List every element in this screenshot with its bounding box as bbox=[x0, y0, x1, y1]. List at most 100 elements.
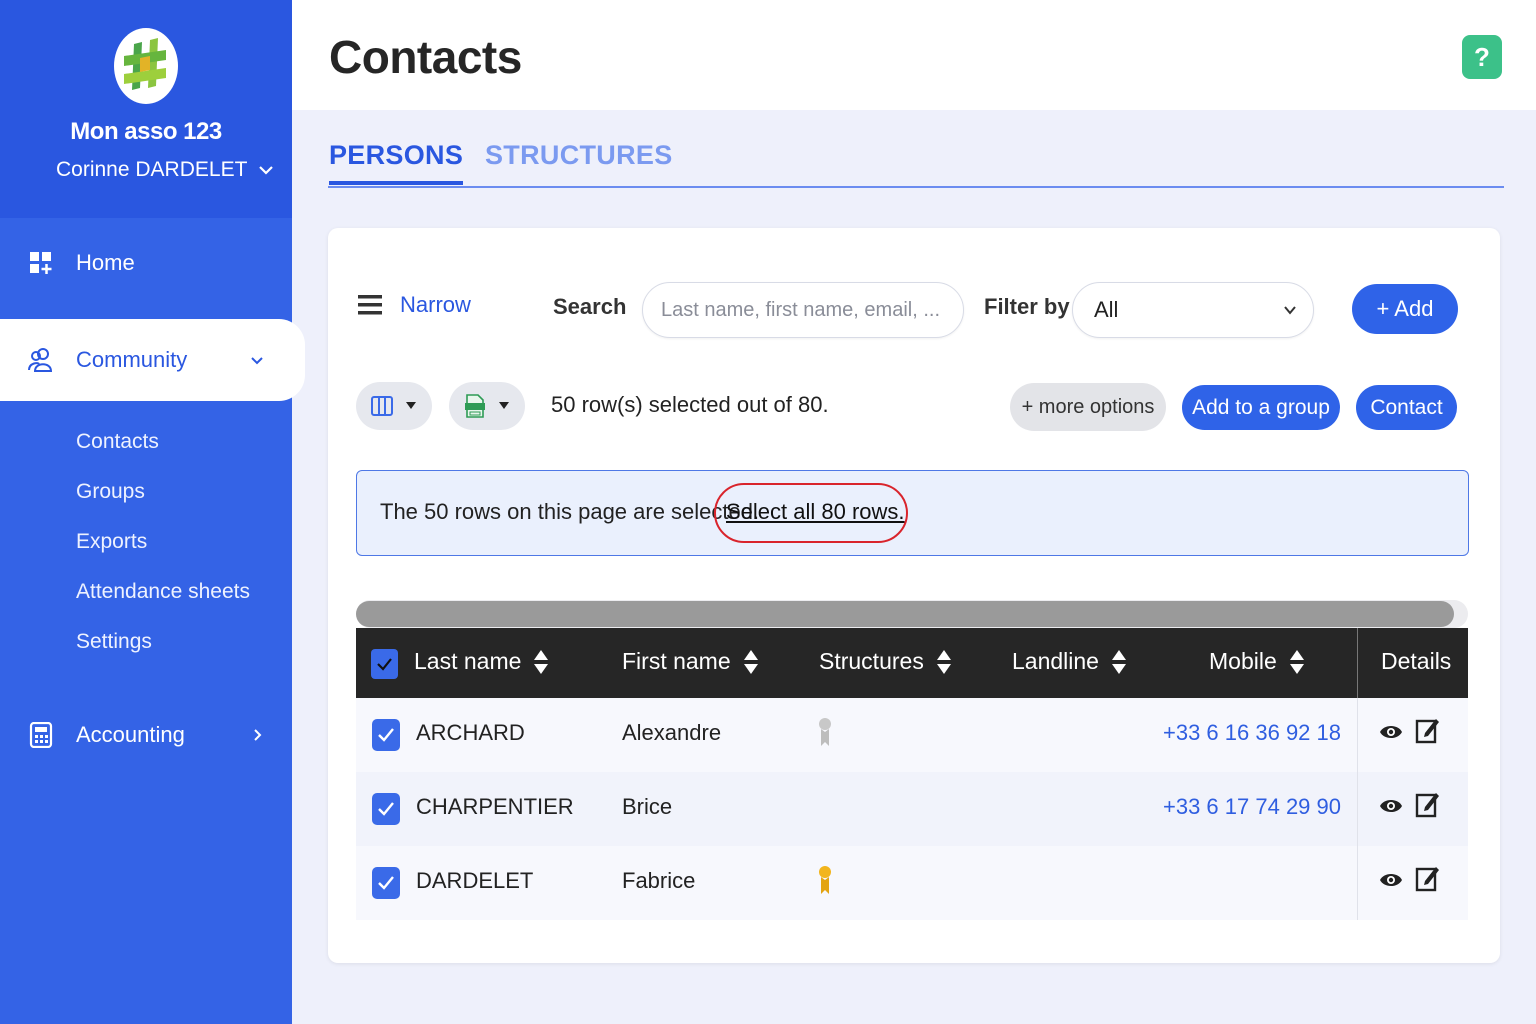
select-all-checkbox[interactable] bbox=[371, 649, 398, 679]
sidebar-header: Mon asso 123 Corinne DARDELET bbox=[0, 0, 292, 218]
tab-persons[interactable]: PERSONS bbox=[329, 140, 464, 185]
add-to-group-button[interactable]: Add to a group bbox=[1182, 385, 1340, 430]
search-label: Search bbox=[553, 294, 627, 319]
eye-icon[interactable] bbox=[1379, 871, 1403, 889]
narrow-label: Narrow bbox=[400, 292, 471, 317]
cell-last-name: CHARPENTIER bbox=[416, 794, 574, 819]
filter-label: Filter by bbox=[984, 294, 1070, 319]
sidebar-item-home[interactable]: Home bbox=[0, 222, 292, 304]
column-label: Mobile bbox=[1209, 648, 1277, 674]
column-header-mobile[interactable]: Mobile bbox=[1209, 648, 1305, 675]
edit-icon[interactable] bbox=[1415, 716, 1439, 744]
sidebar-item-label: Accounting bbox=[76, 722, 185, 747]
calculator-icon bbox=[29, 722, 53, 748]
caret-down-icon bbox=[406, 402, 416, 409]
sidebar-subitem-settings[interactable]: Settings bbox=[76, 630, 152, 654]
cell-mobile[interactable]: +33 6 17 74 29 90 bbox=[1163, 794, 1341, 820]
row-checkbox[interactable] bbox=[372, 793, 400, 825]
column-label: Structures bbox=[819, 648, 924, 674]
chevron-down-icon[interactable] bbox=[256, 160, 276, 180]
export-xlsx-button[interactable] bbox=[449, 382, 525, 430]
chevron-right-icon bbox=[254, 729, 262, 741]
check-icon bbox=[378, 728, 394, 742]
check-icon bbox=[378, 802, 394, 816]
sidebar-subitem-exports[interactable]: Exports bbox=[76, 530, 147, 554]
scrollbar-thumb[interactable] bbox=[356, 601, 1454, 627]
caret-down-icon bbox=[499, 402, 509, 409]
cell-first-name: Brice bbox=[622, 794, 673, 819]
row-checkbox[interactable] bbox=[372, 719, 400, 751]
column-header-structures[interactable]: Structures bbox=[819, 648, 952, 675]
cell-first-name: Fabrice bbox=[622, 868, 696, 893]
search-input[interactable] bbox=[642, 282, 964, 338]
column-label: Landline bbox=[1012, 648, 1099, 674]
hashtag-logo-icon bbox=[124, 38, 166, 90]
narrow-button[interactable]: Narrow bbox=[358, 292, 471, 318]
edit-icon[interactable] bbox=[1415, 790, 1439, 818]
eye-icon[interactable] bbox=[1379, 797, 1403, 815]
sort-icon bbox=[1111, 649, 1126, 674]
sidebar-item-label: Home bbox=[76, 250, 135, 275]
org-name: Mon asso 123 bbox=[70, 118, 222, 145]
sidebar: Mon asso 123 Corinne DARDELET Home Commu… bbox=[0, 0, 305, 1024]
sidebar-item-accounting[interactable]: Accounting bbox=[0, 694, 292, 776]
table-row[interactable]: DARDELET Fabrice bbox=[356, 846, 1468, 920]
org-logo[interactable] bbox=[114, 28, 178, 104]
cell-last-name: ARCHARD bbox=[416, 720, 525, 745]
table-header: Last name First name Structures Landline… bbox=[356, 628, 1468, 698]
cell-mobile[interactable]: +33 6 16 36 92 18 bbox=[1163, 720, 1341, 746]
cell-first-name: Alexandre bbox=[622, 720, 722, 745]
chevron-down-icon bbox=[1284, 306, 1296, 315]
sidebar-item-label: Community bbox=[76, 347, 188, 372]
column-header-landline[interactable]: Landline bbox=[1012, 648, 1127, 675]
column-divider bbox=[1357, 628, 1358, 698]
column-divider bbox=[1357, 846, 1358, 920]
column-header-details: Details bbox=[1381, 648, 1452, 674]
contacts-card: Narrow Search Filter by All + Add 50 row… bbox=[328, 228, 1500, 963]
check-icon bbox=[378, 876, 394, 890]
edit-icon[interactable] bbox=[1415, 864, 1439, 892]
medal-gold-icon bbox=[819, 866, 831, 894]
sort-icon bbox=[1289, 649, 1304, 674]
dashboard-icon bbox=[30, 252, 52, 274]
selection-status: 50 row(s) selected out of 80. bbox=[551, 392, 829, 417]
column-label: Last name bbox=[414, 648, 522, 674]
selection-banner: The 50 rows on this page are selected. S… bbox=[356, 470, 1469, 556]
column-divider bbox=[1357, 772, 1358, 846]
page-title: Contacts bbox=[329, 31, 522, 83]
sidebar-item-community[interactable]: Community bbox=[0, 319, 305, 401]
cell-last-name: DARDELET bbox=[416, 868, 534, 893]
column-header-first-name[interactable]: First name bbox=[622, 648, 759, 675]
medal-grey-icon bbox=[819, 718, 831, 746]
sidebar-subitem-groups[interactable]: Groups bbox=[76, 480, 145, 504]
sidebar-subitem-attendance-sheets[interactable]: Attendance sheets bbox=[76, 580, 250, 604]
sort-icon bbox=[936, 649, 951, 674]
users-icon bbox=[28, 348, 53, 372]
tab-bar: PERSONS STRUCTURES bbox=[328, 138, 1504, 188]
tab-structures[interactable]: STRUCTURES bbox=[485, 140, 673, 171]
help-button[interactable]: ? bbox=[1462, 35, 1502, 79]
horizontal-scrollbar[interactable] bbox=[356, 600, 1468, 628]
row-checkbox[interactable] bbox=[372, 867, 400, 899]
eye-icon[interactable] bbox=[1379, 723, 1403, 741]
column-divider bbox=[1357, 698, 1358, 772]
check-icon bbox=[377, 658, 392, 671]
table-row[interactable]: CHARPENTIER Brice +33 6 17 74 29 90 bbox=[356, 772, 1468, 846]
table-row[interactable]: ARCHARD Alexandre +33 6 16 36 92 18 bbox=[356, 698, 1468, 772]
sidebar-subitem-contacts[interactable]: Contacts bbox=[76, 430, 159, 454]
column-label: First name bbox=[622, 648, 731, 674]
user-name[interactable]: Corinne DARDELET bbox=[56, 158, 247, 182]
more-options-button[interactable]: + more options bbox=[1010, 383, 1166, 431]
column-header-last-name[interactable]: Last name bbox=[414, 648, 549, 675]
contact-button[interactable]: Contact bbox=[1356, 385, 1457, 430]
xlsx-file-icon bbox=[465, 394, 485, 418]
contacts-table: Last name First name Structures Landline… bbox=[356, 628, 1468, 920]
add-button[interactable]: + Add bbox=[1352, 284, 1458, 334]
table-body: ARCHARD Alexandre +33 6 16 36 92 18 CHAR… bbox=[356, 698, 1468, 920]
columns-button[interactable] bbox=[356, 382, 432, 430]
columns-icon bbox=[371, 396, 393, 416]
banner-text: The 50 rows on this page are selected. bbox=[380, 499, 760, 524]
chevron-down-icon bbox=[251, 357, 263, 365]
filter-select[interactable]: All bbox=[1072, 282, 1314, 338]
sort-icon bbox=[743, 649, 758, 674]
